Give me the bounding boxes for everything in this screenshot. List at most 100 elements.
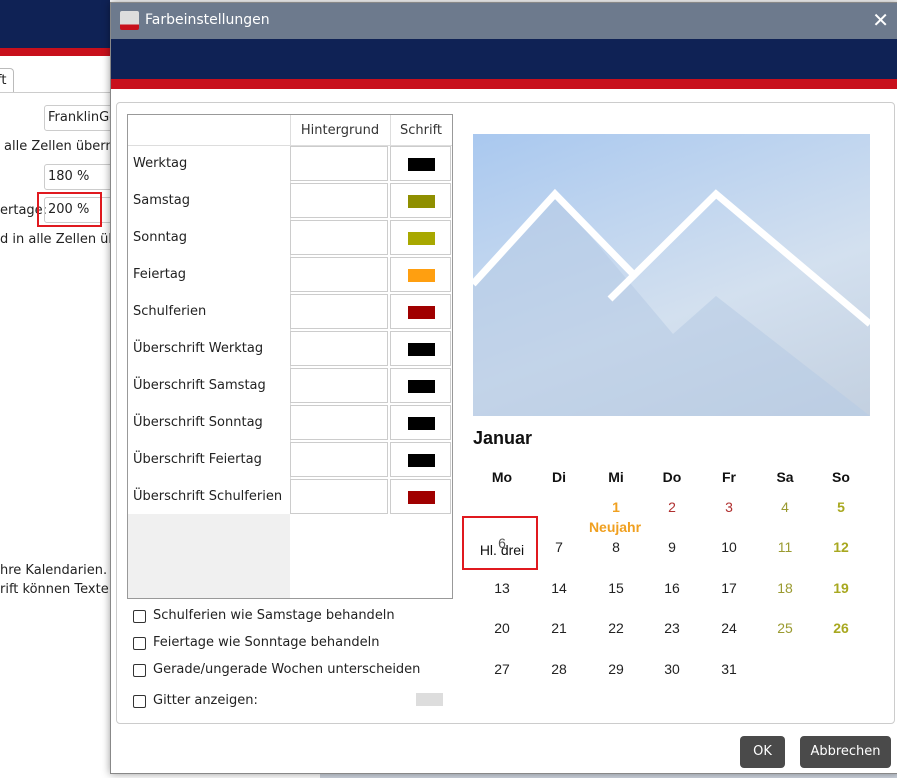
weekday-header: Mi (608, 469, 624, 485)
day-cell: 2 (668, 499, 676, 515)
day-cell: 16 (664, 580, 680, 596)
day-cell: 29 (608, 661, 624, 677)
day-cell: 23 (664, 620, 680, 636)
checkbox[interactable] (133, 610, 146, 623)
empty-area (128, 514, 290, 598)
font-color-cell[interactable] (390, 479, 451, 514)
day-cell: 14 (551, 580, 567, 596)
background-color-cell[interactable] (290, 257, 388, 292)
color-swatch (408, 380, 435, 393)
header-stripe (111, 79, 897, 89)
color-swatch (408, 232, 435, 245)
divider (0, 92, 110, 93)
font-color-cell[interactable] (390, 405, 451, 440)
row-label: Samstag (133, 193, 190, 208)
weekday-header: Sa (776, 469, 794, 485)
background-color-cell[interactable] (290, 405, 388, 440)
background-color-cell[interactable] (290, 479, 388, 514)
row-label: Überschrift Feiertag (133, 452, 262, 467)
font-input[interactable]: FranklinGo (44, 105, 114, 131)
day-cell: 8 (612, 539, 620, 555)
day-cell: 24 (721, 620, 737, 636)
day-cell: 5 (837, 499, 845, 515)
font-color-cell[interactable] (390, 183, 451, 218)
color-swatch (408, 454, 435, 467)
apply-text-2: d in alle Zellen übe (0, 232, 125, 247)
checkbox[interactable] (133, 664, 146, 677)
option-label: Schulferien wie Samstage behandeln (153, 608, 395, 623)
day-cell: 21 (551, 620, 567, 636)
close-icon[interactable]: ✕ (872, 8, 889, 32)
highlight-box (37, 192, 102, 227)
option-label: Gitter anzeigen: (153, 693, 258, 708)
size-input[interactable]: 180 % (44, 164, 114, 190)
font-color-cell[interactable] (390, 442, 451, 477)
day-cell: 26 (833, 620, 849, 636)
preview-image (470, 134, 873, 416)
day-cell: 18 (777, 580, 793, 596)
title-bar[interactable]: Farbeinstellungen ✕ (111, 3, 897, 39)
day-cell: 30 (664, 661, 680, 677)
row-label: Überschrift Werktag (133, 341, 264, 356)
day-cell: 27 (494, 661, 510, 677)
cancel-button[interactable]: Abbrechen (800, 736, 891, 768)
day-cell: 9 (668, 539, 676, 555)
header-background: Hintergrund (300, 123, 380, 138)
row-label: Feiertag (133, 267, 187, 282)
font-color-cell[interactable] (390, 368, 451, 403)
info-text-2: rift können Texte a (0, 582, 121, 597)
ok-button[interactable]: OK (740, 736, 785, 768)
option-label: Feiertage wie Sonntage behandeln (153, 635, 380, 650)
weekday-header: So (832, 469, 850, 485)
day-cell: 4 (781, 499, 789, 515)
font-color-cell[interactable] (390, 294, 451, 329)
font-color-cell[interactable] (390, 146, 451, 181)
checkbox[interactable] (133, 695, 146, 708)
color-swatch (408, 306, 435, 319)
color-swatch (408, 343, 435, 356)
app-icon (120, 11, 139, 30)
day-cell: 19 (833, 580, 849, 596)
color-swatch (408, 158, 435, 171)
dialog-title: Farbeinstellungen (145, 12, 270, 28)
color-swatch (408, 269, 435, 282)
month-title: Januar (473, 428, 533, 448)
weekday-header: Fr (722, 469, 736, 485)
font-color-cell[interactable] (390, 331, 451, 366)
color-table: Hintergrund Schrift Werktag Samstag Sonn… (127, 114, 453, 599)
day-cell: 25 (777, 620, 793, 636)
background-color-cell[interactable] (290, 220, 388, 255)
weekday-header: Di (552, 469, 566, 485)
day-cell: 15 (608, 580, 624, 596)
background-color-cell[interactable] (290, 294, 388, 329)
background-color-cell[interactable] (290, 183, 388, 218)
background-tab[interactable]: ft (0, 68, 14, 93)
highlight-box (462, 516, 538, 570)
color-swatch (408, 491, 435, 504)
row-label: Sonntag (133, 230, 187, 245)
day-cell: 10 (721, 539, 737, 555)
background-color-cell[interactable] (290, 368, 388, 403)
day-cell: 20 (494, 620, 510, 636)
font-color-cell[interactable] (390, 220, 451, 255)
mountain-image-icon (470, 188, 873, 416)
weekday-header: Do (662, 469, 682, 485)
weekday-header: Mo (491, 469, 513, 485)
grid-color-swatch[interactable] (416, 693, 443, 706)
background-color-cell[interactable] (290, 331, 388, 366)
apply-text: alle Zellen übernc (4, 139, 121, 154)
background-header-stripe (0, 48, 110, 56)
day-cell: 3 (725, 499, 733, 515)
background-color-cell[interactable] (290, 442, 388, 477)
row-label: Überschrift Sonntag (133, 415, 263, 430)
row-label: Überschrift Schulferien (133, 489, 283, 504)
day-cell: 13 (494, 580, 510, 596)
option-label: Gerade/ungerade Wochen unterscheiden (153, 662, 421, 677)
background-color-cell[interactable] (290, 146, 388, 181)
info-text-1: hre Kalendarien. (0, 563, 108, 578)
font-color-cell[interactable] (390, 257, 451, 292)
day-cell: 7 (555, 539, 563, 555)
color-swatch (408, 417, 435, 430)
day-cell: 31 (721, 661, 737, 677)
checkbox[interactable] (133, 637, 146, 650)
